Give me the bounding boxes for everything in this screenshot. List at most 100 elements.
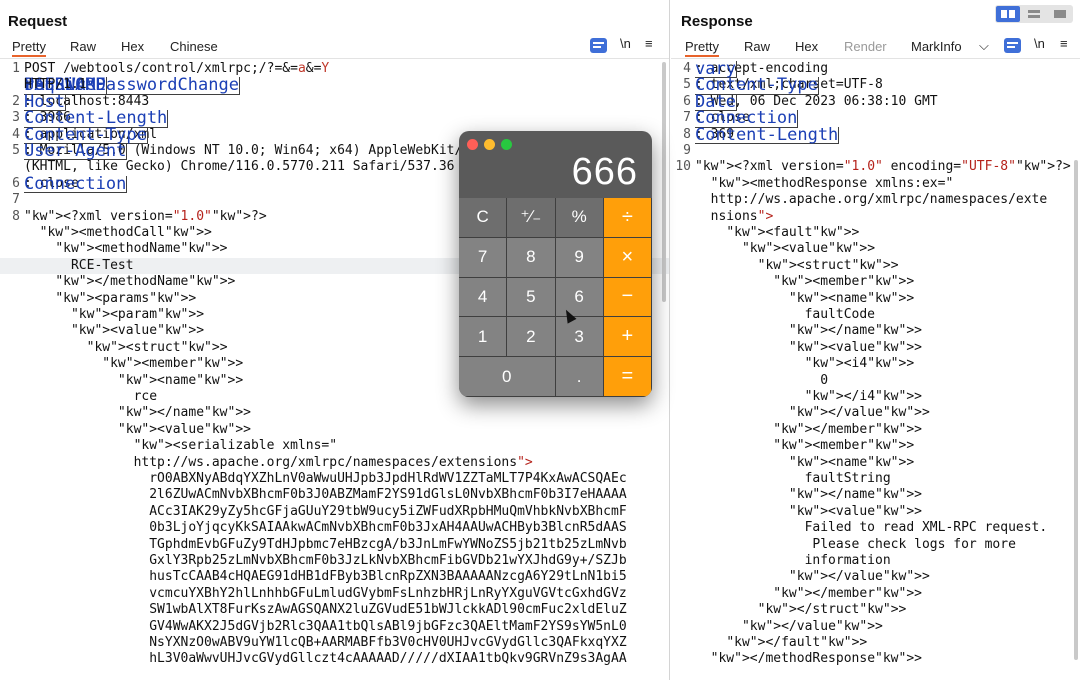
calculator-key[interactable]: 7 <box>459 237 508 278</box>
code-line: faultString <box>671 471 1080 487</box>
tab-hex[interactable]: Hex <box>795 39 818 54</box>
code-line: "kw"></name"kw">> <box>0 405 669 421</box>
calculator-key[interactable]: 4 <box>459 277 508 318</box>
code-line: "kw"><serializable xmlns=" <box>0 438 669 454</box>
calculator-display: 666 <box>571 151 638 193</box>
code-text: "kw"><name"kw">> <box>788 454 915 470</box>
calculator-key[interactable]: % <box>555 198 604 238</box>
menu-icon[interactable]: ≡ <box>645 36 653 51</box>
code-text: "kw"><i4"kw">> <box>804 356 915 372</box>
minimize-icon[interactable] <box>484 139 495 150</box>
code-line: HTTP/1.1 <box>0 77 669 93</box>
code-text: vcmcuYXBhY2hlLnhhbGFuLmludGVybmFsLnhzbHR… <box>24 585 627 601</box>
code-text: faultCode <box>695 307 876 322</box>
code-line: "kw"></i4"kw">> <box>671 389 1080 405</box>
code-line: nsions"> <box>671 209 1080 225</box>
calculator-key[interactable]: 1 <box>459 317 508 358</box>
tab-chinese[interactable]: Chinese <box>170 39 218 54</box>
code-text: Failed to read XML-RPC request. <box>695 520 1048 536</box>
split-horizontal-icon[interactable] <box>996 6 1020 22</box>
calculator-key[interactable]: 0 <box>459 357 556 397</box>
calculator-key[interactable]: + <box>603 317 652 358</box>
code-text: "kw"></name"kw">> <box>788 323 922 339</box>
code-line: "kw"><value"kw">> <box>671 340 1080 356</box>
code-text: "kw"></value"kw">> <box>788 569 930 585</box>
code-text: rce <box>24 389 158 404</box>
tab-pretty[interactable]: Pretty <box>12 39 46 57</box>
code-text: "kw"><methodName"kw">> <box>55 241 228 257</box>
code-line: "kw"></methodResponse"kw">> <box>671 651 1080 667</box>
calculator-key[interactable]: 5 <box>507 277 556 318</box>
tab-pretty[interactable]: Pretty <box>685 39 719 57</box>
newline-toggle[interactable]: \n <box>1034 36 1045 51</box>
code-text: "kw"></fault"kw">> <box>726 635 868 650</box>
tab-hex[interactable]: Hex <box>121 39 144 54</box>
code-text: "kw"><name"kw">> <box>117 372 244 388</box>
calculator-key[interactable]: . <box>555 357 604 397</box>
code-line: "kw"><name"kw">> <box>671 291 1080 307</box>
response-editor[interactable]: 4 vary: accept-encoding 5 Content-Type: tex… <box>671 60 1080 680</box>
code-text: "kw"><params"kw">> <box>55 290 197 306</box>
pretty-print-icon[interactable] <box>1004 38 1021 53</box>
calculator-key[interactable]: 9 <box>555 237 604 278</box>
chevron-down-icon[interactable]: ⌵ <box>979 38 989 54</box>
code-text: GxlY3Rpb25zLmNvbXBhcmF0b3JzLkNvbXBhcmFib… <box>24 553 627 568</box>
request-tabs: Pretty Raw Hex Chinese <box>0 37 669 59</box>
calculator-key[interactable]: − <box>603 277 652 318</box>
code-text: http://ws.apache.org/xmlrpc/namespaces/e… <box>695 192 1048 208</box>
calculator-key[interactable]: ⁺∕₋ <box>507 198 556 238</box>
code-line: "kw"></fault"kw">> <box>671 635 1080 651</box>
tab-render[interactable]: Render <box>844 39 887 54</box>
zoom-icon[interactable] <box>501 139 512 150</box>
code-text: hL3V0aWwvUHJvcGVydGllczt4cAAAAAD/////dXI… <box>24 651 627 667</box>
code-line: "kw"></struct"kw">> <box>671 602 1080 618</box>
calculator-key[interactable]: = <box>603 357 652 397</box>
close-icon[interactable] <box>467 139 478 150</box>
tab-raw[interactable]: Raw <box>70 39 96 54</box>
code-line: faultCode <box>671 307 1080 323</box>
code-text: ACc3IAK29yZy5hcGFjaGUuY29tbW9ucy5iZWFudX… <box>24 503 627 519</box>
code-line: 0 <box>671 373 1080 389</box>
line-number: 8 <box>683 126 691 142</box>
code-text: "kw"><value"kw">> <box>117 421 251 437</box>
code-text: "kw"><?xml version="1.0""kw">?> <box>24 208 267 224</box>
code-text: User-Agent: Mozilla/5.0 (Windows NT 10.0… <box>24 141 510 161</box>
code-text: "kw"></member"kw">> <box>773 421 923 437</box>
layout-toggle <box>995 5 1073 23</box>
code-text: "kw"><name"kw">> <box>788 290 915 306</box>
code-text: 0b3LjoYjqcyKkSAIAAkwACmNvbXBhcmF0b3JxAH4… <box>24 520 627 536</box>
tab-raw[interactable]: Raw <box>744 39 770 54</box>
line-number: 4 <box>683 61 691 76</box>
code-line: 9 <box>671 143 1080 159</box>
calculator-keypad: C ⁺∕₋% ÷ 7 8 9 × 4 5 6−1 2 3 +0. = <box>459 198 652 397</box>
calculator-key[interactable]: 2 <box>507 317 556 358</box>
code-text: "kw"><member"kw">> <box>773 438 915 454</box>
request-scrollbar[interactable] <box>662 62 666 302</box>
line-number: 5 <box>12 143 20 158</box>
pretty-print-icon[interactable] <box>590 38 607 53</box>
line-number: 10 <box>675 159 691 175</box>
code-line: "kw"></value"kw">> <box>671 569 1080 585</box>
single-pane-icon[interactable] <box>1048 6 1072 22</box>
split-vertical-icon[interactable] <box>1022 6 1046 22</box>
code-line: "kw"></name"kw">> <box>671 323 1080 339</box>
response-scrollbar[interactable] <box>1074 160 1078 660</box>
code-text: "kw"><methodCall"kw">> <box>39 225 212 240</box>
calculator-key[interactable]: ÷ <box>603 198 652 238</box>
code-text: POST /webtools/control/xmlrpc;/? USERNAME… <box>24 61 330 96</box>
calculator-key[interactable]: 3 <box>555 317 604 358</box>
calculator-key[interactable]: 8 <box>507 237 556 278</box>
code-line: husTcCAAB4cHQAEG91dHB1dFByb3BlcnRpZXN3BA… <box>0 569 669 585</box>
code-line: vcmcuYXBhY2hlLnhhbGFuLmludGVybmFsLnhzbHR… <box>0 586 669 602</box>
code-text: TGphdmEvbGFuZy9TdHJpbmc7eHBzcgA/b3JnLmFw… <box>24 536 627 552</box>
code-line: "kw"><fault"kw">> <box>671 225 1080 241</box>
code-text: "kw"></name"kw">> <box>788 487 922 503</box>
tab-markinfo[interactable]: MarkInfo <box>911 39 962 54</box>
newline-toggle[interactable]: \n <box>620 36 631 51</box>
calculator-key[interactable]: × <box>603 237 652 278</box>
menu-icon[interactable]: ≡ <box>1060 36 1068 51</box>
code-line: 1 POST /webtools/control/xmlrpc;/? USERNAM… <box>0 61 669 96</box>
code-text: SW1wbAlXT8FurKszAwAGSQANX2luZGVudE51bWJl… <box>24 602 627 618</box>
calculator-key[interactable]: C <box>459 198 508 238</box>
code-text: "kw"></i4"kw">> <box>804 389 922 404</box>
